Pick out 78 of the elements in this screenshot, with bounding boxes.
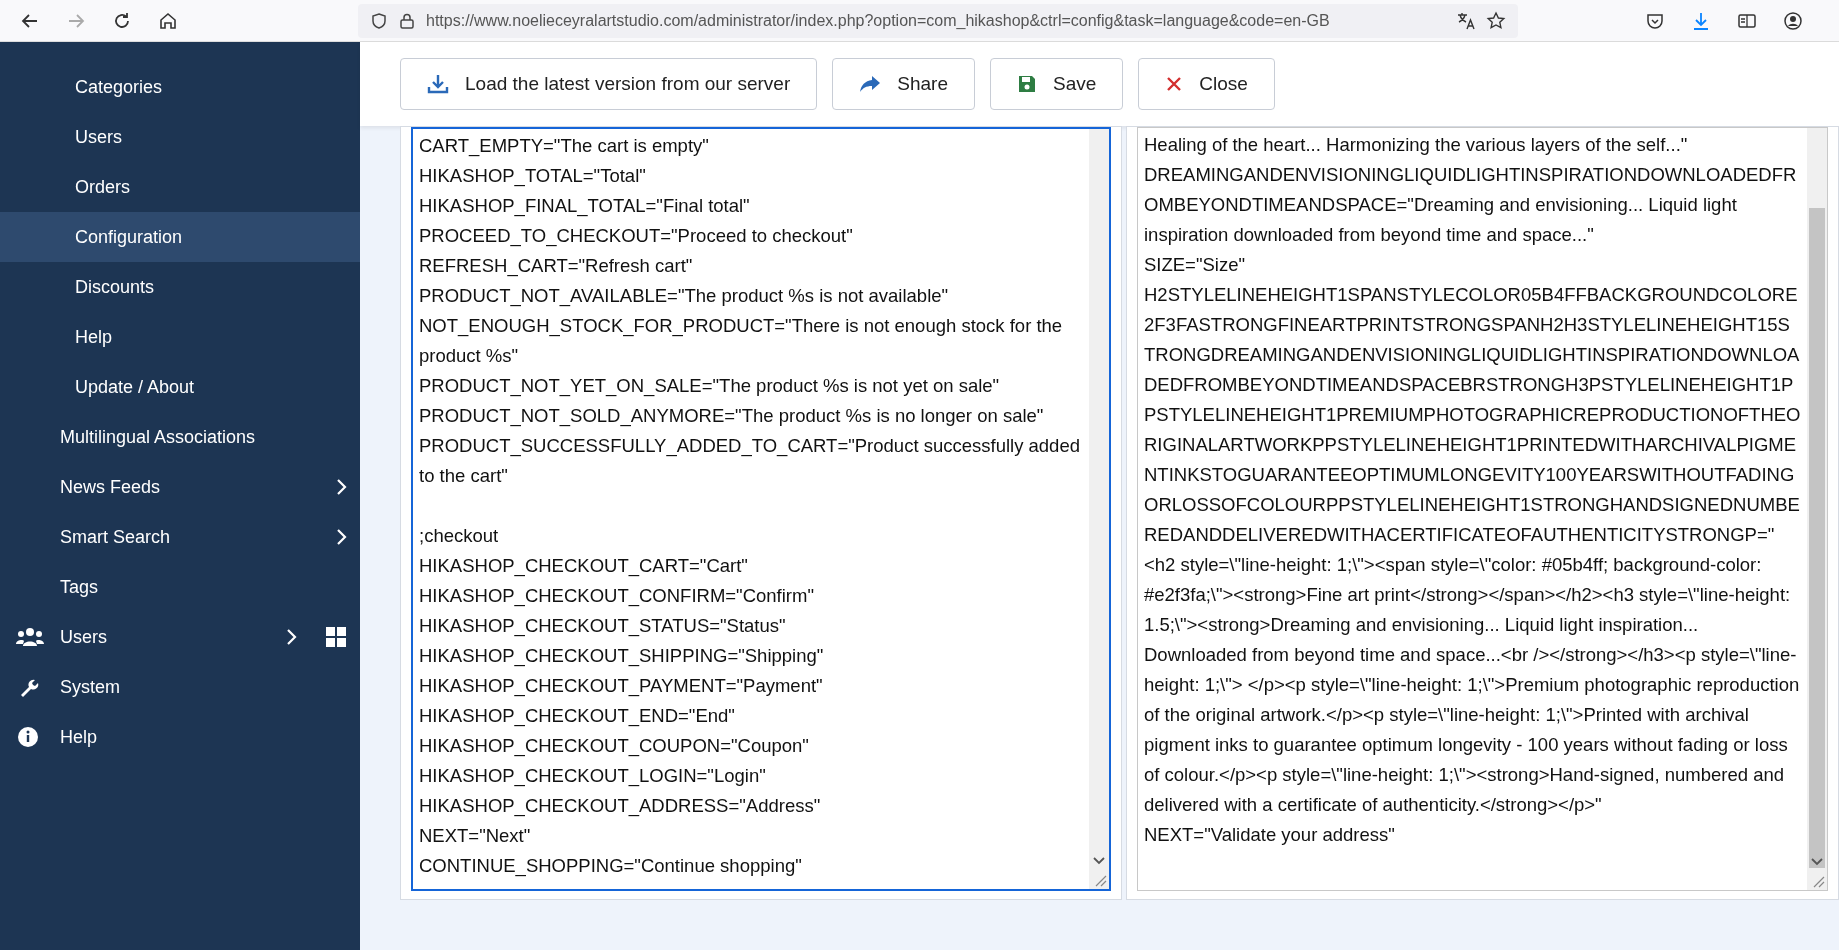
toolbar-button[interactable]: Close bbox=[1138, 58, 1275, 110]
shield-icon bbox=[370, 11, 388, 30]
users-icon bbox=[16, 627, 44, 647]
download-icon bbox=[427, 74, 449, 94]
text-line: PRODUCT_NOT_AVAILABLE="The product %s is not available" bbox=[419, 284, 950, 309]
chevron-right-icon bbox=[336, 478, 348, 496]
text-line: REFRESH_CART="Refresh cart" bbox=[419, 254, 694, 279]
text-line: HIKASHOP_CHECKOUT_CONFIRM="Confirm" bbox=[419, 584, 815, 609]
reload-icon[interactable] bbox=[112, 10, 132, 31]
sidebar-item[interactable]: Multilingual Associations bbox=[0, 412, 360, 462]
grid-icon[interactable] bbox=[326, 627, 346, 647]
lock-icon bbox=[398, 11, 416, 30]
sidebar-item-label: Multilingual Associations bbox=[60, 426, 256, 448]
share-arrow-icon bbox=[859, 74, 882, 94]
sidebar-item-label: Users bbox=[60, 626, 108, 648]
sidebar-item-label: Smart Search bbox=[60, 526, 171, 548]
text-line: HIKASHOP_TOTAL="Total" bbox=[419, 164, 647, 189]
sidebar-item[interactable]: News Feeds bbox=[0, 462, 360, 512]
scrollbar[interactable] bbox=[1089, 129, 1109, 889]
text-line: HIKASHOP_CHECKOUT_CART="Cart" bbox=[419, 554, 749, 579]
chevron-right-icon bbox=[336, 528, 348, 546]
text-line: HIKASHOP_CHECKOUT_ADDRESS="Address" bbox=[419, 794, 822, 819]
sidebar-item[interactable]: Discounts bbox=[0, 262, 360, 312]
account-icon[interactable] bbox=[1783, 10, 1803, 31]
text-line: HIKASHOP_CHECKOUT_PAYMENT="Payment" bbox=[419, 674, 824, 699]
text-line: DREAMINGANDENVISIONINGLIQUIDLIGHTINSPIRATIONDOWNLOADEDFROMBEYONDTIMEANDSPACE="Dreaming and envisioning... Liquid light inspiration downloaded from beyond time and space..." bbox=[1144, 163, 1798, 247]
address-bar[interactable]: https://www.noelieceyralartstudio.com/administrator/index.php?option=com_hikashop&ctrl=config&task=language&code=en-GB bbox=[358, 3, 1518, 38]
text-line: PRODUCT_NOT_YET_ON_SALE="The product %s is not yet on sale" bbox=[419, 374, 1001, 399]
text-line: HIKASHOP_CHECKOUT_STATUS="Status" bbox=[419, 614, 787, 639]
sidebar-item[interactable]: Orders bbox=[0, 162, 360, 212]
sidebar-item[interactable]: Help bbox=[0, 312, 360, 362]
text-line: H2STYLELINEHEIGHT1SPANSTYLECOLOR05B4FFBACKGROUNDCOLORE2F3FASTRONGFINEARTPRINTSTRONGSPANH2H3STYLELINEHEIGHT15STRONGDREAMINGANDENVISIONINGLIQUIDLIGHTINSPIRATIONDOWNLOADEDFROMBEYONDTIMEANDSPACEBRSTRONGH3PSTYLELINEHEIGHT1PPSTYLELINEHEIGHT1PREMIUMPHOTOGRAPHICREPRODUCTIONOFTHEORIGINALARTWORKPPSTYLELINEHEIGHT1PRINTEDWITHARCHIVALPIGMENTINKSTOGUARANTEEOPTIMUMLONGEVITY100YEARSWITHOUTFADINGORLOSSOFCOLOURPPSTYLELINEHEIGHT1STRONGHANDSIGNEDNUMBEREDANDDELIVEREDWITHACERTIFICATEOFAUTHENTICITYSTRONGP="<h2 style=\"line-height: 1;\"><span style=\"color: #05b4ff; background-color: #e2f3fa;\"><strong>Fine art print</strong></span></h2><h3 style=\"line-height: 1.5;\"><strong>Dreaming and envisioning... Liquid light inspiration... Downloaded from beyond time and space...<br /></strong></h3><p style=\"line-height: 1;\"> </p><p style=\"line-height: 1;\">Premium photographic reproduction of the original artwork.</p><p style=\"line-height: 1;\">Printed with archival pigment inks to guarantee optimum longevity - 100 years without fading or loss of colour.</p><p style=\"line-height: 1;\"><strong>Hand-signed, numbered and delivered with a certificate of authenticity.</strong></p>" bbox=[1144, 283, 1801, 817]
star-icon[interactable] bbox=[1486, 10, 1506, 31]
resize-grip-icon[interactable] bbox=[1093, 873, 1107, 887]
toolbar-button[interactable]: Save bbox=[989, 58, 1124, 110]
text-line: HIKASHOP_FINAL_TOTAL="Final total" bbox=[419, 194, 751, 219]
translate-icon[interactable] bbox=[1456, 10, 1476, 31]
sidebar-item-label: System bbox=[60, 676, 121, 698]
text-line: Healing of the heart... Harmonizing the various layers of the self..." bbox=[1144, 133, 1689, 157]
sidebar-item[interactable]: Users bbox=[0, 612, 360, 662]
text-line: SIZE="Size" bbox=[1144, 253, 1247, 277]
address-text: https://www.noelieceyralartstudio.com/administrator/index.php?option=com_hikashop&ctrl=config&task=language&code=en-GB bbox=[426, 11, 1330, 30]
text-line: CART_EMPTY="The cart is empty" bbox=[419, 134, 710, 159]
text-line: PRODUCT_SUCCESSFULLY_ADDED_TO_CART="Product successfully added to the cart" bbox=[419, 434, 1081, 488]
sidebar-item[interactable]: System bbox=[0, 662, 360, 712]
text-line: ;checkout bbox=[419, 524, 500, 548]
sidebar-item[interactable]: Update / About bbox=[0, 362, 360, 412]
toolbar-button[interactable]: Load the latest version from our server bbox=[400, 58, 818, 110]
scrollbar[interactable] bbox=[1807, 128, 1827, 890]
text-line: PROCEED_TO_CHECKOUT="Proceed to checkout" bbox=[419, 224, 854, 249]
sidebar-item[interactable]: Configuration bbox=[0, 212, 360, 262]
sidebar-item[interactable]: Categories bbox=[0, 62, 360, 112]
text-line: HIKASHOP_CHECKOUT_LOGIN="Login" bbox=[419, 764, 767, 789]
toolbar-button[interactable]: Share bbox=[832, 58, 975, 110]
resize-grip-icon[interactable] bbox=[1811, 874, 1825, 888]
sidebar-item[interactable]: Users bbox=[0, 112, 360, 162]
text-line: HIKASHOP_CHECKOUT_SHIPPING="Shipping" bbox=[419, 644, 825, 669]
chevron-right-icon bbox=[286, 628, 298, 646]
download-icon[interactable] bbox=[1691, 10, 1711, 31]
scroll-down-icon[interactable] bbox=[1093, 857, 1105, 865]
text-line: HIKASHOP_CHECKOUT_COUPON="Coupon" bbox=[419, 734, 810, 759]
text-line: HIKASHOP_CHECKOUT_END="End" bbox=[419, 704, 736, 729]
text-line: CONTINUE_SHOPPING="Continue shopping" bbox=[419, 854, 803, 879]
home-icon[interactable] bbox=[158, 10, 178, 31]
scroll-down-icon[interactable] bbox=[1811, 858, 1823, 866]
close-icon bbox=[1165, 75, 1184, 93]
text-area[interactable] bbox=[1137, 127, 1828, 891]
sidebar-item[interactable]: Tags bbox=[0, 562, 360, 612]
text-area[interactable] bbox=[411, 127, 1111, 891]
sidebar-item[interactable]: Help bbox=[0, 712, 360, 762]
sidebar-item-label: Help bbox=[60, 726, 99, 748]
text-line: NOT_ENOUGH_STOCK_FOR_PRODUCT="There is not enough stock for the product %s" bbox=[419, 314, 1064, 368]
sidebar-item-label: News Feeds bbox=[60, 476, 161, 498]
text-line: NEXT="Next" bbox=[419, 824, 532, 848]
sidebar-item-label: Tags bbox=[60, 576, 99, 598]
text-line: NEXT="Validate your address" bbox=[1144, 823, 1396, 847]
sidebar-item[interactable]: Smart Search bbox=[0, 512, 360, 562]
text-line: PRODUCT_NOT_SOLD_ANYMORE="The product %s is no longer on sale" bbox=[419, 404, 1045, 429]
